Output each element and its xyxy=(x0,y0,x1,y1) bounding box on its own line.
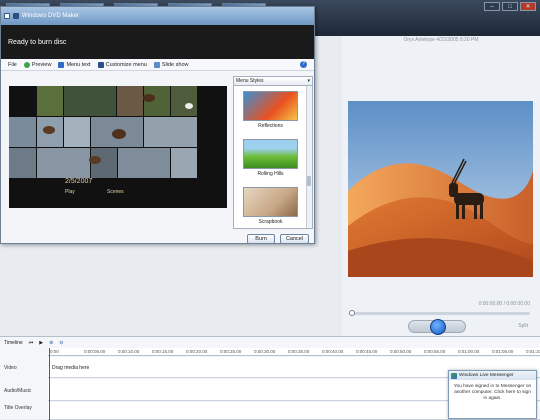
playback-controls xyxy=(408,319,466,335)
ruler-tick-label: 0:00 xyxy=(50,349,59,354)
messenger-notification-header: Windows Live Messenger xyxy=(449,371,536,380)
ruler-tick-label: 0:00:45.00 xyxy=(356,349,378,354)
split-button[interactable]: Split xyxy=(518,323,528,329)
window-controls: – □ ✕ xyxy=(484,2,536,11)
customize-label: Customize menu xyxy=(105,61,147,68)
menu-styles-dropdown[interactable]: Menu Styles ▾ xyxy=(234,77,312,86)
style-thumbnail xyxy=(243,139,298,169)
video-track-label: Video xyxy=(4,365,17,371)
zoom-in-icon[interactable]: ⊕ xyxy=(49,340,53,346)
style-label: Scrapbook xyxy=(258,219,283,225)
preview-label: Preview xyxy=(31,61,52,68)
ruler-tick-label: 0:00:40.00 xyxy=(322,349,344,354)
dvd-toolbar: File Preview Menu text Customize menu Sl… xyxy=(1,59,314,71)
menu-scenes-link[interactable]: Scenes xyxy=(107,189,124,195)
ruler-tick-label: 0:01:10.00 xyxy=(526,349,540,354)
file-menu[interactable]: File xyxy=(8,62,17,68)
title-overlay-track-label: Title Overlay xyxy=(4,405,32,411)
menu-text-icon xyxy=(58,61,65,68)
customize-menu-button[interactable]: Customize menu xyxy=(97,61,147,68)
ruler-tick-label: 0:01:05.00 xyxy=(492,349,514,354)
ruler-tick-label: 0:00:50.00 xyxy=(390,349,412,354)
messenger-notification[interactable]: Windows Live Messenger You have signed i… xyxy=(448,370,537,419)
style-item-rolling-hills[interactable]: Rolling Hills xyxy=(243,139,298,177)
preview-button[interactable]: Preview xyxy=(23,61,52,68)
style-item-reflections[interactable]: Reflections xyxy=(243,91,298,129)
styles-scroll-thumb[interactable] xyxy=(307,176,311,186)
seek-bar[interactable] xyxy=(349,310,530,316)
zoom-out-icon[interactable]: ⊖ xyxy=(59,340,63,346)
menu-play-link[interactable]: Play xyxy=(65,189,75,195)
menu-styles-selected: Menu Styles xyxy=(236,78,264,84)
timeline-ruler[interactable]: 0:00 0:00:05.00 0:00:10.00 0:00:15.00 0:00:2… xyxy=(48,348,540,356)
seek-handle[interactable] xyxy=(349,310,355,316)
bear-photo-grid xyxy=(9,86,197,178)
ruler-tick-label: 0:00:15.00 xyxy=(152,349,174,354)
ruler-tick-label: 0:00:05.00 xyxy=(84,349,106,354)
messenger-title: Windows Live Messenger xyxy=(459,373,514,378)
play-button[interactable] xyxy=(430,319,446,335)
burn-button[interactable]: Burn xyxy=(247,234,275,244)
back-arrow-icon[interactable] xyxy=(4,13,10,19)
dvd-maker-icon xyxy=(13,13,19,19)
menu-date-title: 2/5/2007 xyxy=(65,178,93,185)
menu-text-label: Menu text xyxy=(66,61,91,68)
audio-track-label: Audio/Music xyxy=(4,388,32,394)
preview-caption: Oryx Antelope 4/22/2005 8:20 PM xyxy=(403,37,479,43)
slideshow-icon xyxy=(153,61,160,68)
rewind-icon[interactable]: ⏮ xyxy=(29,340,34,346)
play-timeline-icon[interactable]: ▶ xyxy=(39,340,43,346)
slideshow-button[interactable]: Slide show xyxy=(153,61,189,68)
messenger-message[interactable]: You have signed in to Messenger on anoth… xyxy=(449,380,536,406)
preview-pane: Oryx Antelope 4/22/2005 8:20 PM 0:00:00.… xyxy=(342,36,540,336)
ruler-tick-label: 0:00:55.00 xyxy=(424,349,446,354)
ruler-tick-label: 0:00:35.00 xyxy=(288,349,310,354)
ruler-tick-label: 0:01:00.00 xyxy=(458,349,480,354)
dvd-maker-window: Windows DVD Maker Ready to burn disc Fil… xyxy=(0,6,315,244)
slideshow-label: Slide show xyxy=(161,61,189,68)
style-label: Rolling Hills xyxy=(257,171,284,177)
style-thumbnail xyxy=(243,91,298,121)
wizard-header: Ready to burn disc xyxy=(1,25,314,59)
style-label: Reflections xyxy=(258,123,283,129)
wizard-heading: Ready to burn disc xyxy=(8,39,67,46)
timeline-toolbar: Timeline ⏮ ▶ ⊕ ⊖ xyxy=(0,337,540,348)
menu-styles-panel: Menu Styles ▾ Reflections Rolling Hills … xyxy=(233,76,313,229)
style-item-scrapbook[interactable]: Scrapbook xyxy=(243,187,298,225)
cancel-button[interactable]: Cancel xyxy=(280,234,309,244)
preview-image xyxy=(348,101,533,277)
customize-icon xyxy=(97,61,104,68)
video-track-hint: Drag media here xyxy=(52,365,90,371)
help-icon[interactable]: ? xyxy=(300,61,307,68)
maximize-button[interactable]: □ xyxy=(502,2,518,11)
close-button[interactable]: ✕ xyxy=(520,2,536,11)
playhead[interactable] xyxy=(49,348,50,420)
ruler-tick-label: 0:00:30.00 xyxy=(254,349,276,354)
style-thumbnail xyxy=(243,187,298,217)
menu-preview[interactable]: 2/5/2007 Play Scenes xyxy=(9,86,227,208)
menu-text-button[interactable]: Menu text xyxy=(58,61,91,68)
chevron-down-icon: ▾ xyxy=(307,78,310,84)
window-title: Windows DVD Maker xyxy=(22,13,80,19)
ruler-tick-label: 0:00:10.00 xyxy=(118,349,140,354)
styles-scrollbar[interactable] xyxy=(306,86,312,228)
time-readout: 0:00:00.00 / 0:00:00.00 xyxy=(478,301,530,307)
ruler-tick-label: 0:00:20.00 xyxy=(186,349,208,354)
preview-icon xyxy=(23,61,30,68)
ruler-tick-label: 0:00:25.00 xyxy=(220,349,242,354)
minimize-button[interactable]: – xyxy=(484,2,500,11)
windows-live-icon xyxy=(451,372,457,379)
timeline-dropdown[interactable]: Timeline xyxy=(4,340,23,346)
dvd-maker-titlebar[interactable]: Windows DVD Maker xyxy=(1,7,314,25)
